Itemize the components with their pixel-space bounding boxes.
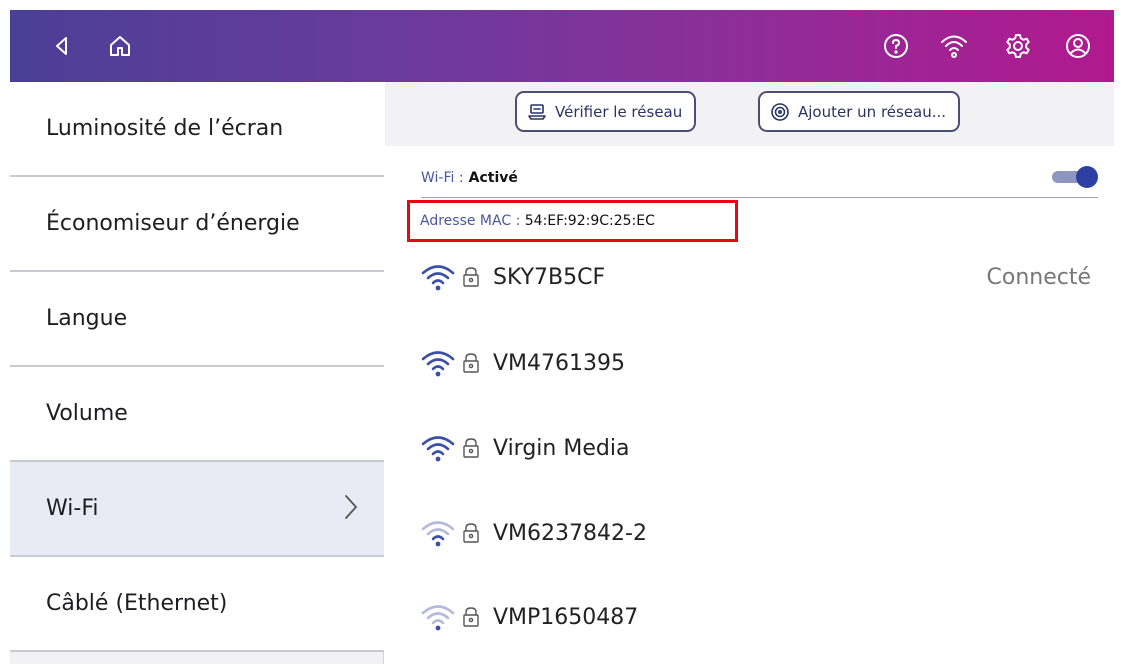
sidebar-item-label: Wi-Fi	[46, 496, 99, 521]
network-check-icon	[528, 103, 546, 120]
wifi-panel: Vérifier le réseau Ajouter un réseau... …	[385, 82, 1114, 664]
wifi-toggle[interactable]	[1052, 166, 1098, 188]
back-button[interactable]	[44, 28, 80, 64]
wifi-label: Wi-Fi :	[421, 170, 464, 186]
mac-address-highlight: Adresse MAC : 54:EF:92:9C:25:EC	[407, 200, 738, 242]
sidebar-item-wifi[interactable]: Wi-Fi	[10, 462, 384, 557]
wifi-signal-icon	[421, 521, 455, 547]
wifi-status-button[interactable]	[936, 28, 972, 64]
sidebar-item-energy-saver[interactable]: Économiseur d’énergie	[10, 177, 384, 272]
network-item[interactable]: SKY7B5CF Connecté	[421, 252, 1091, 302]
toggle-knob	[1076, 166, 1098, 188]
account-button[interactable]	[1060, 28, 1096, 64]
settings-button[interactable]	[1000, 28, 1036, 64]
home-button[interactable]	[102, 28, 138, 64]
wifi-signal-icon	[421, 436, 455, 462]
network-ssid: VM4761395	[493, 350, 626, 376]
lock-icon	[461, 436, 481, 460]
sidebar-item-language[interactable]: Langue	[10, 272, 384, 367]
wifi-signal-icon	[421, 351, 455, 377]
settings-icon	[1006, 34, 1030, 58]
add-network-icon	[771, 102, 789, 121]
network-item[interactable]: VM4761395	[421, 338, 1091, 388]
top-bar	[10, 10, 1114, 82]
wifi-icon	[941, 35, 967, 58]
check-network-label: Vérifier le réseau	[555, 102, 683, 121]
mac-label: Adresse MAC :	[420, 213, 521, 229]
lock-icon	[461, 521, 481, 545]
network-ssid: VM6237842-2	[493, 520, 647, 546]
network-item[interactable]: Virgin Media	[421, 423, 1091, 473]
network-ssid: Virgin Media	[493, 435, 630, 461]
sidebar-item-label: Langue	[46, 306, 128, 331]
sidebar-item-label: Économiseur d’énergie	[46, 211, 300, 236]
sidebar-item-screen-brightness[interactable]: Luminosité de l’écran	[10, 82, 384, 177]
sidebar-item-label: Câblé (Ethernet)	[46, 591, 228, 616]
lock-icon	[461, 265, 481, 289]
check-network-button[interactable]: Vérifier le réseau	[515, 91, 697, 132]
sidebar-item-volume[interactable]: Volume	[10, 367, 384, 462]
sidebar-item-label: Volume	[46, 401, 128, 426]
network-item[interactable]: VMP1650487	[421, 592, 1091, 642]
lock-icon	[461, 351, 481, 375]
sidebar-item-label: Luminosité de l’écran	[46, 116, 284, 141]
add-network-button[interactable]: Ajouter un réseau...	[758, 91, 961, 132]
network-toolbar: Vérifier le réseau Ajouter un réseau...	[385, 82, 1114, 146]
wifi-signal-icon	[421, 605, 455, 631]
sidebar-item-ethernet[interactable]: Câblé (Ethernet)	[10, 557, 384, 652]
account-icon	[1066, 34, 1090, 58]
help-button[interactable]	[878, 28, 914, 64]
network-ssid: SKY7B5CF	[493, 264, 606, 290]
wifi-state: Activé	[468, 170, 518, 186]
network-item[interactable]: VM6237842-2	[421, 508, 1091, 558]
back-icon	[56, 37, 67, 55]
home-icon	[110, 36, 130, 56]
network-ssid: VMP1650487	[493, 604, 639, 630]
mac-value: 54:EF:92:9C:25:EC	[524, 213, 655, 229]
lock-icon	[461, 605, 481, 629]
wifi-signal-icon	[421, 265, 455, 291]
chevron-right-icon	[344, 494, 358, 526]
add-network-label: Ajouter un réseau...	[798, 102, 947, 121]
help-icon	[884, 34, 908, 58]
wifi-status-row: Wi-Fi : Activé	[421, 162, 1098, 198]
settings-sidebar: Luminosité de l’écran Économiseur d’éner…	[10, 82, 384, 664]
network-status: Connecté	[986, 264, 1092, 290]
